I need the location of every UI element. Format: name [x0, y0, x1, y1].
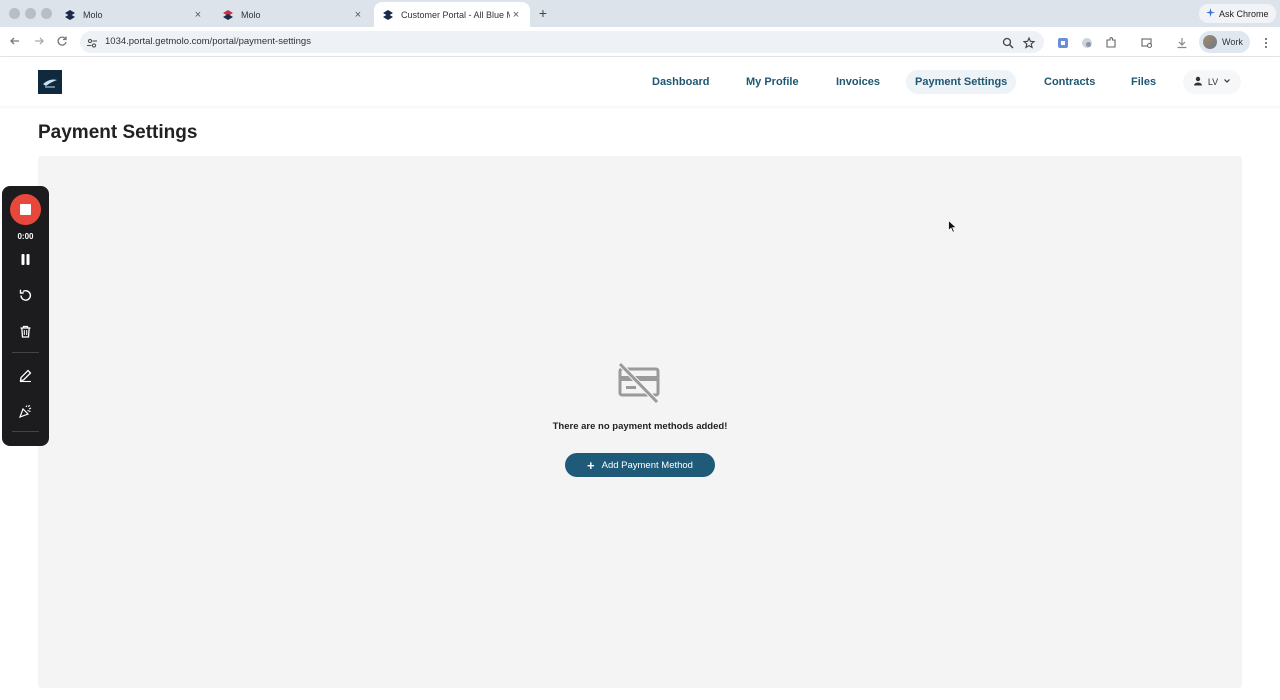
add-payment-method-button[interactable]: + Add Payment Method: [565, 453, 715, 477]
address-bar[interactable]: 1034.portal.getmolo.com/portal/payment-s…: [80, 31, 1044, 53]
molo-favicon-icon: [222, 9, 234, 21]
ask-chrome-label: Ask Chrome: [1219, 8, 1269, 19]
stop-icon: [20, 204, 31, 215]
nav-payment-settings[interactable]: Payment Settings: [906, 70, 1017, 94]
site-header: Dashboard My Profile Invoices Payment Se…: [0, 57, 1280, 106]
nav-invoices[interactable]: Invoices: [827, 70, 889, 94]
mouse-cursor-icon: [948, 219, 958, 233]
brand-logo[interactable]: [38, 70, 62, 94]
screen-recorder-toolbar: 0:00: [2, 186, 49, 446]
kebab-menu-icon[interactable]: [1260, 36, 1272, 48]
restart-icon[interactable]: [18, 288, 33, 303]
browser-tab-customer-portal[interactable]: Customer Portal - All Blue Ma ×: [374, 2, 530, 27]
ask-chrome-button[interactable]: Ask Chrome: [1199, 4, 1276, 23]
molo-favicon-icon: [64, 9, 76, 21]
new-tab-button[interactable]: +: [536, 5, 550, 21]
zoom-search-icon[interactable]: [1002, 36, 1014, 49]
pause-icon[interactable]: [18, 252, 33, 267]
tab-title: Customer Portal - All Blue Ma: [401, 9, 510, 20]
tab-title: Molo: [83, 9, 103, 20]
molo-favicon-icon: [382, 9, 394, 21]
window-zoom-control[interactable]: [41, 8, 52, 19]
browser-tab-molo-2[interactable]: Molo ×: [214, 2, 372, 27]
page-title: Payment Settings: [38, 122, 198, 143]
extension-icon[interactable]: [1057, 36, 1069, 48]
add-payment-method-label: Add Payment Method: [601, 459, 693, 471]
tab-close-icon[interactable]: ×: [192, 9, 204, 21]
nav-contracts[interactable]: Contracts: [1035, 70, 1104, 94]
avatar: [1203, 35, 1217, 49]
window-close-control[interactable]: [9, 8, 20, 19]
user-icon: [1193, 76, 1203, 88]
no-credit-card-icon: [617, 362, 661, 404]
toolbar-divider: [12, 352, 39, 353]
tab-close-icon[interactable]: ×: [510, 9, 522, 21]
user-menu-button[interactable]: LV: [1183, 70, 1241, 94]
extension-icon[interactable]: [1081, 36, 1093, 48]
plus-icon: +: [587, 457, 595, 473]
boat-logo-icon: [43, 79, 57, 88]
url-text: 1034.portal.getmolo.com/portal/payment-s…: [105, 36, 311, 47]
window-minimize-control[interactable]: [25, 8, 36, 19]
tab-title: Molo: [241, 9, 261, 20]
bookmark-star-icon[interactable]: [1022, 36, 1036, 49]
stop-recording-button[interactable]: [10, 194, 41, 225]
profile-chip[interactable]: Work: [1199, 31, 1250, 53]
browser-toolbar: 1034.portal.getmolo.com/portal/payment-s…: [0, 27, 1280, 57]
chevron-down-icon: [1223, 77, 1231, 87]
profile-label: Work: [1222, 37, 1243, 47]
recording-timer: 0:00: [17, 232, 34, 241]
browser-tab-bar: Molo × Molo × Customer Portal - All Blue…: [0, 0, 1280, 27]
extensions-puzzle-icon[interactable]: [1105, 36, 1117, 48]
site-settings-icon[interactable]: [86, 36, 98, 48]
browser-tab-molo-1[interactable]: Molo ×: [56, 2, 212, 27]
tab-close-icon[interactable]: ×: [352, 9, 364, 21]
nav-my-profile[interactable]: My Profile: [737, 70, 808, 94]
forward-arrow-icon[interactable]: [32, 35, 46, 49]
nav-files[interactable]: Files: [1122, 70, 1165, 94]
download-icon[interactable]: [1176, 36, 1188, 49]
reload-icon[interactable]: [55, 35, 69, 49]
empty-state-message: There are no payment methods added!: [552, 421, 728, 432]
toolbar-divider: [12, 431, 39, 432]
sparkle-icon: [1206, 8, 1215, 19]
nav-dashboard[interactable]: Dashboard: [643, 70, 718, 94]
trash-icon[interactable]: [18, 324, 33, 339]
user-initials: LV: [1207, 77, 1219, 87]
confetti-icon[interactable]: [18, 404, 33, 419]
tab-search-icon[interactable]: [1141, 36, 1153, 49]
back-arrow-icon[interactable]: [8, 35, 22, 49]
pen-icon[interactable]: [18, 368, 33, 383]
